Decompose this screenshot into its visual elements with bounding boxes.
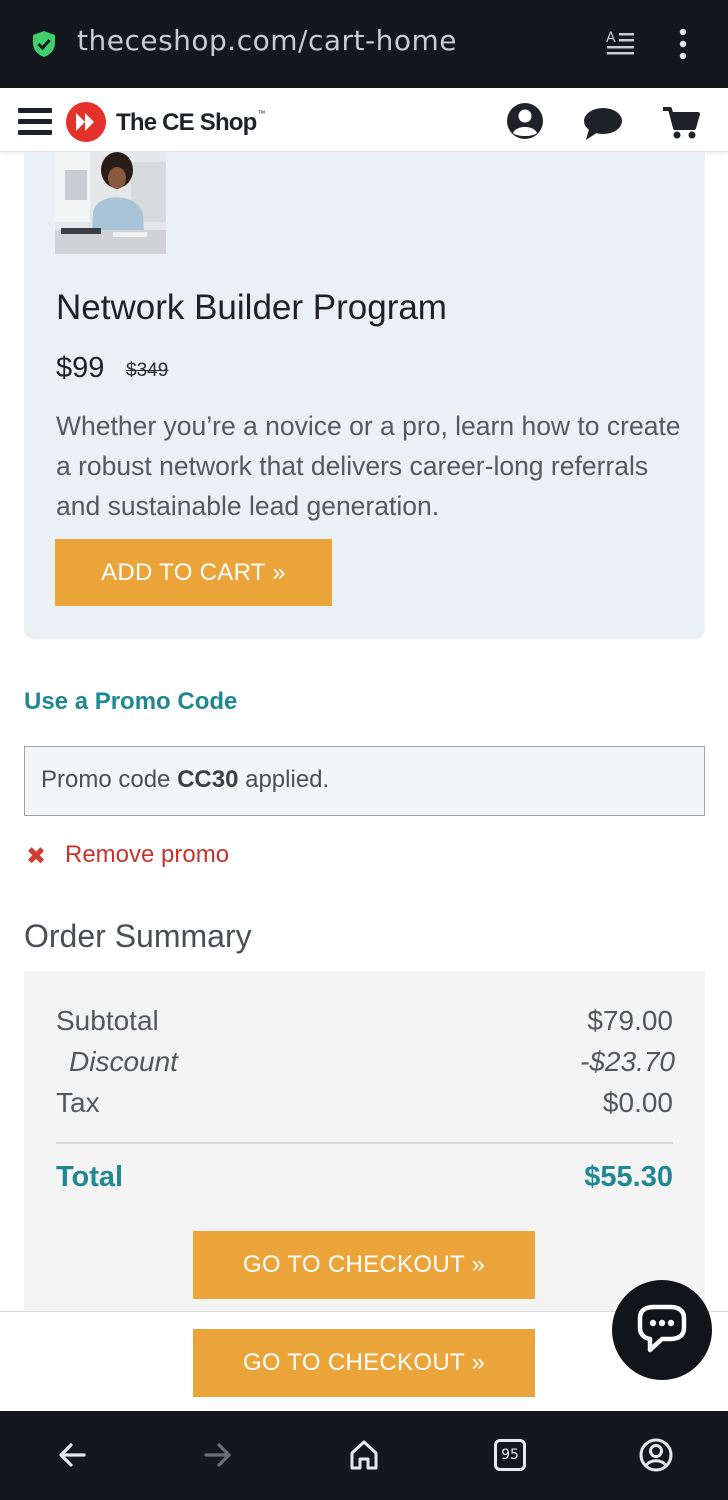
product-card: Network Builder Program $99 $349 Whether…	[24, 152, 705, 639]
tabs-icon[interactable]: 95	[494, 1439, 526, 1471]
product-thumbnail-image[interactable]	[55, 152, 166, 254]
add-to-cart-button[interactable]: ADD TO CART »	[55, 539, 332, 606]
live-chat-button[interactable]	[612, 1280, 712, 1380]
browser-url-bar: theceshop.com/cart-home A	[0, 0, 728, 88]
product-description: Whether you’re a novice or a pro, learn …	[56, 411, 681, 521]
profile-icon[interactable]	[638, 1437, 674, 1473]
order-summary-panel: Subtotal $79.00 Discount -$23.70 Tax $0.…	[24, 971, 705, 1311]
total-label: Total	[56, 1161, 124, 1193]
secure-shield-icon[interactable]	[32, 30, 56, 58]
back-arrow-icon[interactable]	[56, 1437, 88, 1473]
sticky-go-to-checkout-button[interactable]: GO TO CHECKOUT »	[193, 1329, 535, 1397]
chat-bubble-icon	[637, 1304, 687, 1353]
tax-label: Tax	[56, 1087, 100, 1118]
discount-label: Discount	[69, 1046, 178, 1077]
promo-applied-box: Promo code CC30 applied.	[24, 746, 705, 816]
url-text[interactable]: theceshop.com/cart-home	[77, 24, 457, 57]
overflow-menu-icon[interactable]	[676, 28, 690, 60]
reader-mode-icon[interactable]: A	[604, 28, 636, 60]
promo-code-toggle[interactable]: Use a Promo Code	[24, 688, 237, 716]
remove-promo-icon[interactable]: ✖	[26, 842, 46, 871]
cart-icon[interactable]	[662, 106, 700, 140]
subtotal-label: Subtotal	[56, 1005, 159, 1036]
total-value: $55.30	[584, 1161, 673, 1193]
go-to-checkout-button[interactable]: GO TO CHECKOUT »	[193, 1231, 535, 1299]
account-icon[interactable]	[506, 102, 544, 140]
promo-applied-message: Promo code CC30 applied.	[41, 766, 330, 793]
summary-divider	[56, 1142, 673, 1144]
logo-wordmark[interactable]: The CE Shop™	[116, 109, 266, 137]
chat-icon[interactable]	[582, 106, 624, 142]
svg-text:A: A	[606, 30, 616, 46]
product-title[interactable]: Network Builder Program	[56, 288, 447, 328]
site-header: The CE Shop™	[0, 88, 728, 152]
discount-value: -$23.70	[580, 1046, 675, 1077]
home-icon[interactable]	[348, 1437, 380, 1473]
remove-promo-link[interactable]: Remove promo	[65, 841, 229, 869]
browser-bottom-nav: 95	[0, 1411, 728, 1500]
promo-code-value: CC30	[177, 766, 239, 793]
product-original-price: $349	[126, 360, 169, 381]
hamburger-menu-icon[interactable]	[18, 108, 52, 135]
ce-shop-logo-icon[interactable]	[66, 102, 106, 142]
forward-arrow-icon[interactable]	[202, 1437, 234, 1473]
subtotal-value: $79.00	[587, 1005, 673, 1036]
product-price: $99	[56, 352, 105, 384]
order-summary-heading: Order Summary	[24, 918, 252, 954]
tax-value: $0.00	[602, 1087, 673, 1118]
